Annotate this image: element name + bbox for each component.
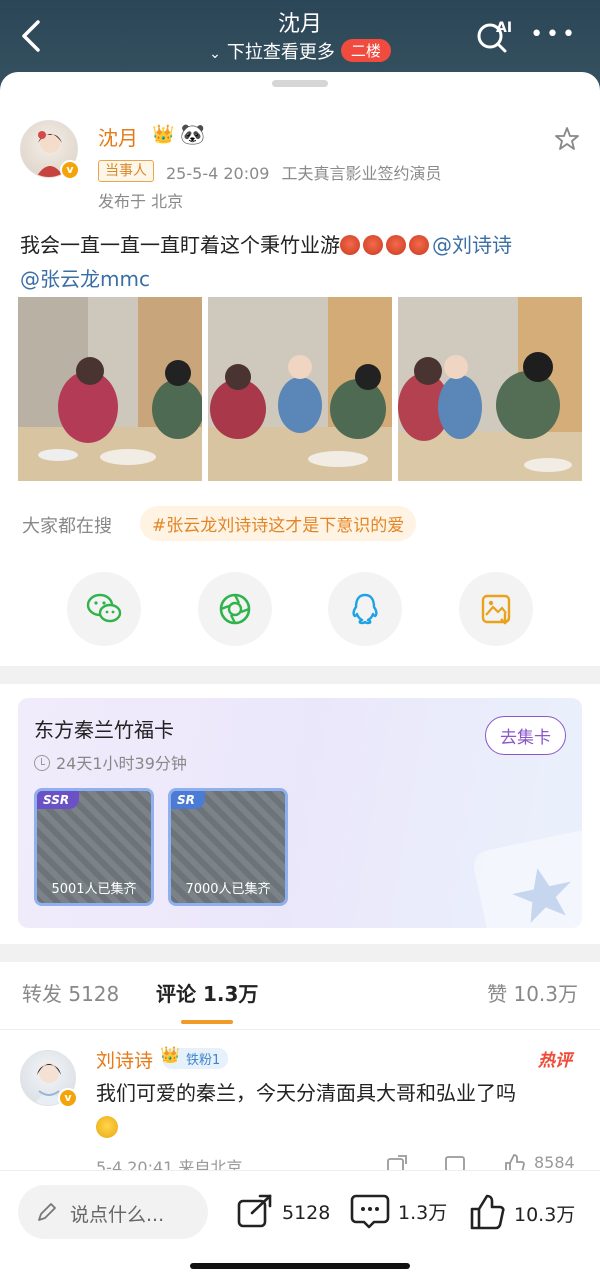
- post-location: 发布于 北京: [98, 192, 184, 211]
- post-body: 我会一直一直一直盯着这个秉竹业游 @刘诗诗 @张云龙mmc: [20, 228, 580, 296]
- card-time-left: 24天1小时39分钟: [56, 754, 187, 773]
- save-image-icon: [481, 594, 511, 625]
- second-floor-badge[interactable]: 二楼: [340, 39, 391, 62]
- qq-icon: [352, 593, 378, 625]
- repost-count: 5128: [282, 1202, 331, 1224]
- bottom-action-bar: 说点什么... 5128 1.3万 10.3万: [0, 1170, 600, 1277]
- comment-text[interactable]: 我们可爱的秦兰，今天分清面具大哥和弘业了吗: [96, 1076, 586, 1144]
- trending-topic-chip[interactable]: #张云龙刘诗诗这才是下意识的爱: [140, 506, 417, 541]
- commenter-name[interactable]: 刘诗诗: [96, 1046, 153, 1073]
- post-text-main: 我会一直一直一直盯着这个秉竹业游: [20, 233, 340, 257]
- crown-badge-icon[interactable]: 👑: [152, 124, 174, 145]
- active-tab-indicator: [181, 1020, 233, 1024]
- card-countdown: 24天1小时39分钟: [34, 750, 187, 774]
- tab-comments[interactable]: 评论 1.3万: [156, 978, 258, 1007]
- comment-input[interactable]: 说点什么...: [18, 1185, 208, 1239]
- post-photo-3[interactable]: [398, 297, 582, 481]
- drag-handle[interactable]: [272, 80, 328, 87]
- post-photo-2[interactable]: [208, 297, 392, 481]
- share-moments-button[interactable]: [198, 572, 272, 646]
- crown-badge-icon: 👑: [160, 1045, 180, 1064]
- comment-body: 我们可爱的秦兰，今天分清面具大哥和弘业了吗: [96, 1081, 516, 1105]
- post-source: 工夫真言影业签约演员: [281, 164, 442, 183]
- ai-search-icon[interactable]: AI: [474, 16, 514, 56]
- moments-icon: [219, 593, 251, 625]
- chevron-down-icon: ⌄: [209, 46, 221, 62]
- favorite-star-icon[interactable]: [554, 126, 580, 152]
- post-time: 25-5-4 20:09: [166, 164, 270, 183]
- party-tag: 当事人: [98, 160, 154, 182]
- author-name[interactable]: 沈月: [98, 122, 138, 151]
- collect-card-button[interactable]: 去集卡: [485, 716, 566, 755]
- interaction-tabs: 转发 5128 评论 1.3万 赞 10.3万: [0, 962, 600, 1030]
- repost-button[interactable]: 5128: [236, 1193, 330, 1229]
- verified-badge-icon: v: [60, 160, 80, 180]
- fortune-card-panel[interactable]: 东方秦兰竹福卡 24天1小时39分钟 去集卡 SSR 5001人已集齐 SR 7…: [18, 698, 582, 928]
- panda-badge-icon[interactable]: 🐼: [180, 122, 205, 146]
- card-item-sr[interactable]: SR 7000人已集齐: [168, 788, 288, 906]
- wechat-icon: [86, 593, 122, 623]
- angry-emoji-icon: [340, 235, 360, 255]
- thumbs-up-icon: [470, 1194, 505, 1230]
- card-title: 东方秦兰竹福卡: [34, 718, 174, 742]
- like-button[interactable]: 10.3万: [468, 1193, 575, 1231]
- save-image-button[interactable]: [459, 572, 533, 646]
- tab-reposts[interactable]: 转发 5128: [22, 978, 119, 1007]
- card-collected-count: 7000人已集齐: [185, 882, 271, 897]
- comment-count: 1.3万: [398, 1202, 448, 1224]
- pull-down-label: 下拉查看更多: [226, 42, 335, 63]
- shush-emoji-icon: [96, 1116, 118, 1138]
- trending-label: 大家都在搜: [22, 516, 112, 537]
- angry-emoji-icon: [363, 235, 383, 255]
- share-arrow-icon: [237, 1194, 272, 1228]
- comment-button[interactable]: 1.3万: [350, 1193, 447, 1229]
- hot-comment-label: 热评: [538, 1051, 572, 1071]
- svg-text:AI: AI: [496, 20, 512, 36]
- comment-bubble-icon: [350, 1194, 390, 1229]
- section-divider: [0, 944, 600, 962]
- angry-emoji-icon: [409, 235, 429, 255]
- decorative-card-graphic: [470, 828, 582, 928]
- share-wechat-button[interactable]: [67, 572, 141, 646]
- angry-emoji-icon: [386, 235, 406, 255]
- comment-input-placeholder: 说点什么...: [70, 1204, 165, 1226]
- like-count: 10.3万: [514, 1204, 576, 1226]
- card-item-ssr[interactable]: SSR 5001人已集齐: [34, 788, 154, 906]
- post-photo-1[interactable]: [18, 297, 202, 481]
- verified-badge-icon: v: [58, 1088, 78, 1108]
- section-divider: [0, 666, 600, 684]
- card-rank-badge: SR: [171, 791, 205, 809]
- mention-link[interactable]: @张云龙mmc: [20, 267, 150, 291]
- share-qq-button[interactable]: [328, 572, 402, 646]
- home-indicator[interactable]: [190, 1263, 410, 1269]
- tab-likes[interactable]: 赞 10.3万: [487, 978, 578, 1007]
- card-rank-badge: SSR: [37, 791, 80, 809]
- pencil-icon: [38, 1203, 56, 1221]
- mention-link[interactable]: @刘诗诗: [432, 233, 512, 257]
- post-meta: 25-5-4 20:09 工夫真言影业签约演员: [166, 160, 441, 184]
- post-sheet: v 沈月 👑 🐼 当事人 25-5-4 20:09 工夫真言影业签约演员 发布于 …: [0, 72, 600, 1277]
- more-options-icon[interactable]: •••: [530, 24, 578, 46]
- card-collected-count: 5001人已集齐: [51, 882, 137, 897]
- clock-icon: [34, 755, 50, 771]
